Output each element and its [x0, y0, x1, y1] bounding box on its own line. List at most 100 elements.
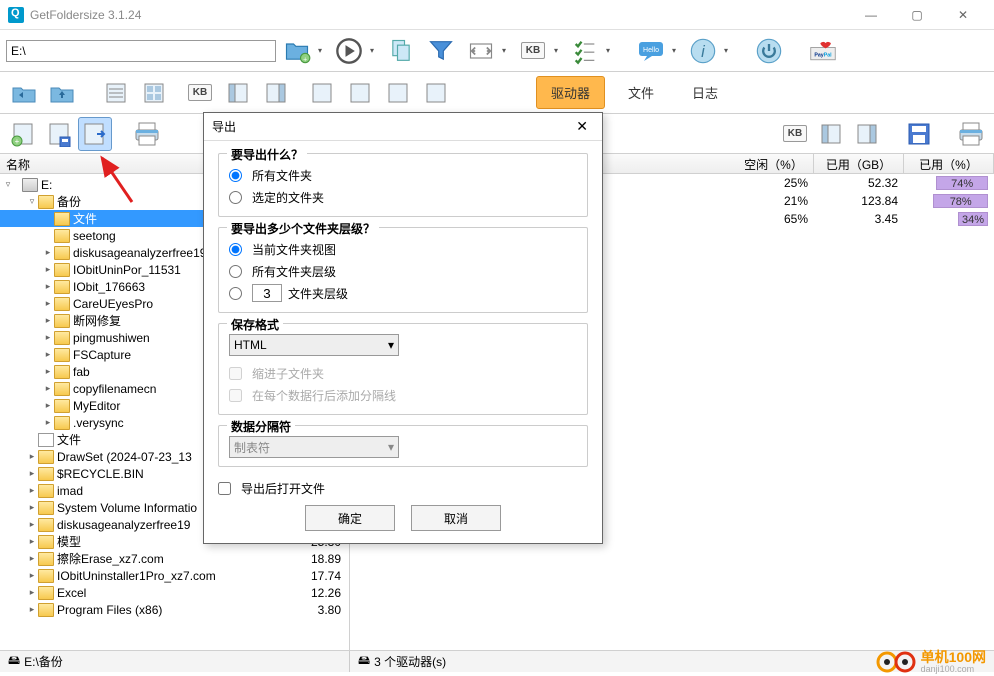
kb-toggle-button[interactable]: KB — [182, 75, 218, 111]
ok-button[interactable]: 确定 — [305, 505, 395, 531]
tab-drives[interactable]: 驱动器 — [536, 76, 605, 109]
radio-n-levels[interactable]: 文件夹层级 — [229, 282, 577, 304]
dropdown-icon[interactable]: ▾ — [606, 46, 616, 55]
tree-row[interactable]: ▸Program Files (x86)3.80 — [0, 601, 349, 618]
folder-icon — [38, 518, 54, 532]
folder-icon — [54, 297, 70, 311]
app-icon — [8, 7, 24, 23]
tb3-print2-button[interactable] — [954, 117, 988, 151]
folder-icon — [38, 501, 54, 515]
radio-selected-folders[interactable]: 选定的文件夹 — [229, 186, 577, 208]
expand-button[interactable] — [462, 32, 500, 70]
view-list-button[interactable] — [98, 75, 134, 111]
power-button[interactable] — [750, 32, 788, 70]
dialog-close-button[interactable]: ✕ — [570, 116, 594, 137]
group-what-label: 要导出什么？ — [227, 146, 307, 163]
option-btn-4[interactable] — [418, 75, 454, 111]
option-btn-2[interactable] — [342, 75, 378, 111]
levels-input[interactable] — [252, 284, 282, 302]
columns-right-button[interactable] — [258, 75, 294, 111]
svg-text:Hello: Hello — [643, 47, 659, 54]
dialog-title: 导出 — [212, 118, 236, 135]
option-btn-1[interactable] — [304, 75, 340, 111]
cancel-button[interactable]: 取消 — [411, 505, 501, 531]
export-dialog: 导出 ✕ 要导出什么？ 所有文件夹 选定的文件夹 要导出多少个文件夹层级？ 当前… — [203, 112, 603, 544]
maximize-button[interactable]: ▢ — [894, 0, 940, 30]
filter-button[interactable] — [422, 32, 460, 70]
folder-icon — [38, 569, 54, 583]
dropdown-icon[interactable]: ▾ — [724, 46, 734, 55]
format-select[interactable]: HTML▾ — [229, 334, 399, 356]
chevron-down-icon: ▾ — [388, 440, 394, 454]
play-button[interactable] — [330, 32, 368, 70]
statusbar-path: 🖴 E:\备份 — [0, 651, 350, 672]
watermark-url: danji100.com — [921, 664, 986, 674]
watermark: 单机100网 danji100.com — [875, 650, 986, 674]
main-toolbar: + ▾ ▾ ▾ KB ▾ ▾ Hello ▾ i ▾ PayPal — [0, 30, 994, 72]
tb3-new-button[interactable]: + — [6, 117, 40, 151]
folder-icon — [54, 263, 70, 277]
tree-row[interactable]: ▸IObitUninstaller1Pro_xz7.com17.74 — [0, 567, 349, 584]
check-separator-after[interactable]: 在每个数据行后添加分隔线 — [229, 384, 577, 406]
tree-row[interactable]: ▸Excel12.26 — [0, 584, 349, 601]
folder-icon — [54, 399, 70, 413]
group-format: 保存格式 HTML▾ 缩进子文件夹 在每个数据行后添加分隔线 — [218, 323, 588, 415]
svg-text:+: + — [303, 56, 307, 63]
tree-row[interactable]: ▸擦除Erase_xz7.com18.89 — [0, 550, 349, 567]
tb3-save-button[interactable] — [42, 117, 76, 151]
tb3-export-button[interactable] — [78, 117, 112, 151]
nav-up-button[interactable] — [44, 75, 80, 111]
folder-icon — [38, 467, 54, 481]
close-button[interactable]: ✕ — [940, 0, 986, 30]
statusbar-drives: 🖴 3 个驱动器(s) — [350, 651, 454, 672]
tb3-kb-button[interactable]: KB — [778, 117, 812, 151]
columns-left-button[interactable] — [220, 75, 256, 111]
folder-icon — [54, 229, 70, 243]
dropdown-icon[interactable]: ▾ — [554, 46, 564, 55]
group-levels: 要导出多少个文件夹层级？ 当前文件夹视图 所有文件夹层级 文件夹层级 — [218, 227, 588, 313]
info-button[interactable]: i — [684, 32, 722, 70]
folder-icon — [54, 382, 70, 396]
minimize-button[interactable]: — — [848, 0, 894, 30]
group-what: 要导出什么？ 所有文件夹 选定的文件夹 — [218, 153, 588, 217]
folder-icon — [54, 348, 70, 362]
dropdown-icon[interactable]: ▾ — [318, 46, 328, 55]
radio-current-view[interactable]: 当前文件夹视图 — [229, 238, 577, 260]
col-free-pct[interactable]: 空闲（%） — [734, 154, 814, 173]
tb3-print-button[interactable] — [130, 117, 164, 151]
radio-all-levels[interactable]: 所有文件夹层级 — [229, 260, 577, 282]
group-levels-label: 要导出多少个文件夹层级？ — [227, 220, 379, 237]
group-separator-label: 数据分隔符 — [227, 418, 295, 435]
check-indent[interactable]: 缩进子文件夹 — [229, 362, 577, 384]
path-input[interactable] — [6, 40, 276, 62]
tab-log[interactable]: 日志 — [677, 76, 733, 109]
dropdown-icon[interactable]: ▾ — [370, 46, 380, 55]
option-btn-3[interactable] — [380, 75, 416, 111]
check-open-after[interactable]: 导出后打开文件 — [218, 477, 588, 499]
radio-all-folders[interactable]: 所有文件夹 — [229, 164, 577, 186]
tb3-save2-button[interactable] — [902, 117, 936, 151]
dropdown-icon[interactable]: ▾ — [672, 46, 682, 55]
drive-icon — [22, 178, 38, 192]
copy-button[interactable] — [382, 32, 420, 70]
col-used-gb[interactable]: 已用（GB） — [814, 154, 904, 173]
checklist-button[interactable] — [566, 32, 604, 70]
folder-icon — [54, 314, 70, 328]
svg-text:+: + — [15, 137, 20, 146]
kb-unit-button[interactable]: KB — [514, 32, 552, 70]
col-used-pct[interactable]: 已用（%） — [904, 154, 994, 173]
open-folder-button[interactable]: + — [278, 32, 316, 70]
folder-icon — [38, 450, 54, 464]
hello-button[interactable]: Hello — [632, 32, 670, 70]
dropdown-icon[interactable]: ▾ — [502, 46, 512, 55]
svg-text:i: i — [701, 42, 705, 60]
window-title: GetFoldersize 3.1.24 — [30, 8, 848, 22]
separator-select[interactable]: 制表符▾ — [229, 436, 399, 458]
view-grid-button[interactable] — [136, 75, 172, 111]
tab-files[interactable]: 文件 — [613, 76, 669, 109]
paypal-button[interactable]: PayPal — [804, 32, 842, 70]
nav-back-button[interactable] — [6, 75, 42, 111]
tb3-col1-button[interactable] — [814, 117, 848, 151]
folder-icon — [54, 280, 70, 294]
tb3-col2-button[interactable] — [850, 117, 884, 151]
